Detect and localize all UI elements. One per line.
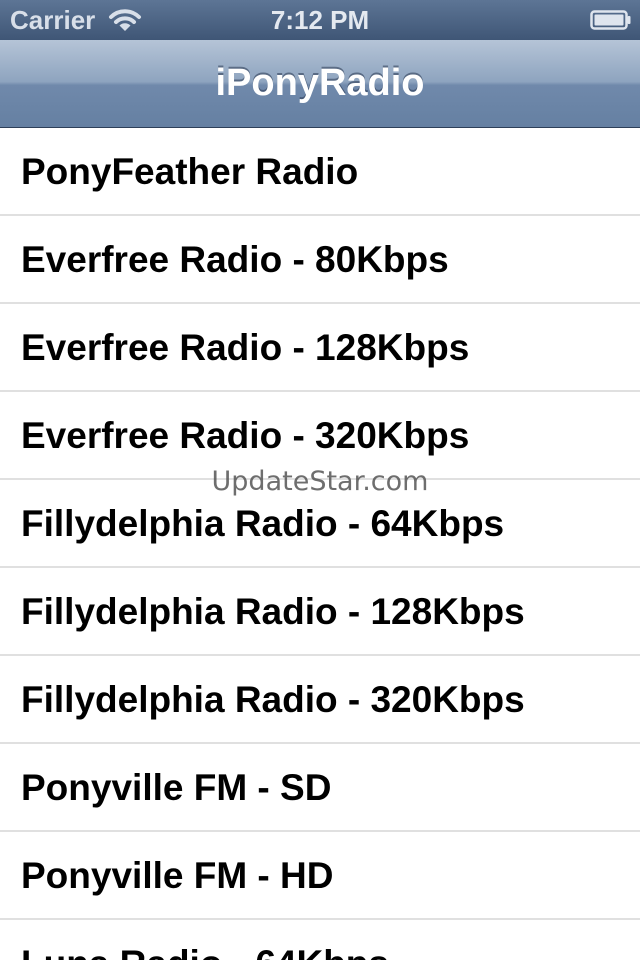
station-list: PonyFeather Radio Everfree Radio - 80Kbp… [0,128,640,960]
page-title: iPonyRadio [215,62,425,104]
station-label: Fillydelphia Radio - 320Kbps [21,679,525,720]
station-row[interactable]: Fillydelphia Radio - 128Kbps [0,568,640,656]
station-label: PonyFeather Radio [21,151,359,192]
station-row[interactable]: PonyFeather Radio [0,128,640,216]
status-bar: Carrier 7:12 PM [0,0,640,40]
station-label: Everfree Radio - 80Kbps [21,239,449,280]
navigation-bar: iPonyRadio [0,40,640,128]
battery-icon [590,8,632,32]
station-label: Everfree Radio - 128Kbps [21,327,470,368]
status-time: 7:12 PM [270,5,370,35]
station-row[interactable]: Everfree Radio - 80Kbps [0,216,640,304]
station-row[interactable]: Ponyville FM - SD [0,744,640,832]
station-row[interactable]: Fillydelphia Radio - 320Kbps [0,656,640,744]
watermark: UpdateStar.com [211,466,429,497]
station-label: Luna Radio - 64Kbps [21,920,389,960]
app-screen: Carrier 7:12 PM iPonyRadio PonyFeather R… [0,0,640,960]
station-label: Ponyville FM - HD [21,855,334,896]
station-row[interactable]: Luna Radio - 64Kbps [0,920,640,960]
station-label: Ponyville FM - SD [21,767,332,808]
station-label: Fillydelphia Radio - 128Kbps [21,591,525,632]
station-row[interactable]: Ponyville FM - HD [0,832,640,920]
station-row[interactable]: Everfree Radio - 128Kbps [0,304,640,392]
